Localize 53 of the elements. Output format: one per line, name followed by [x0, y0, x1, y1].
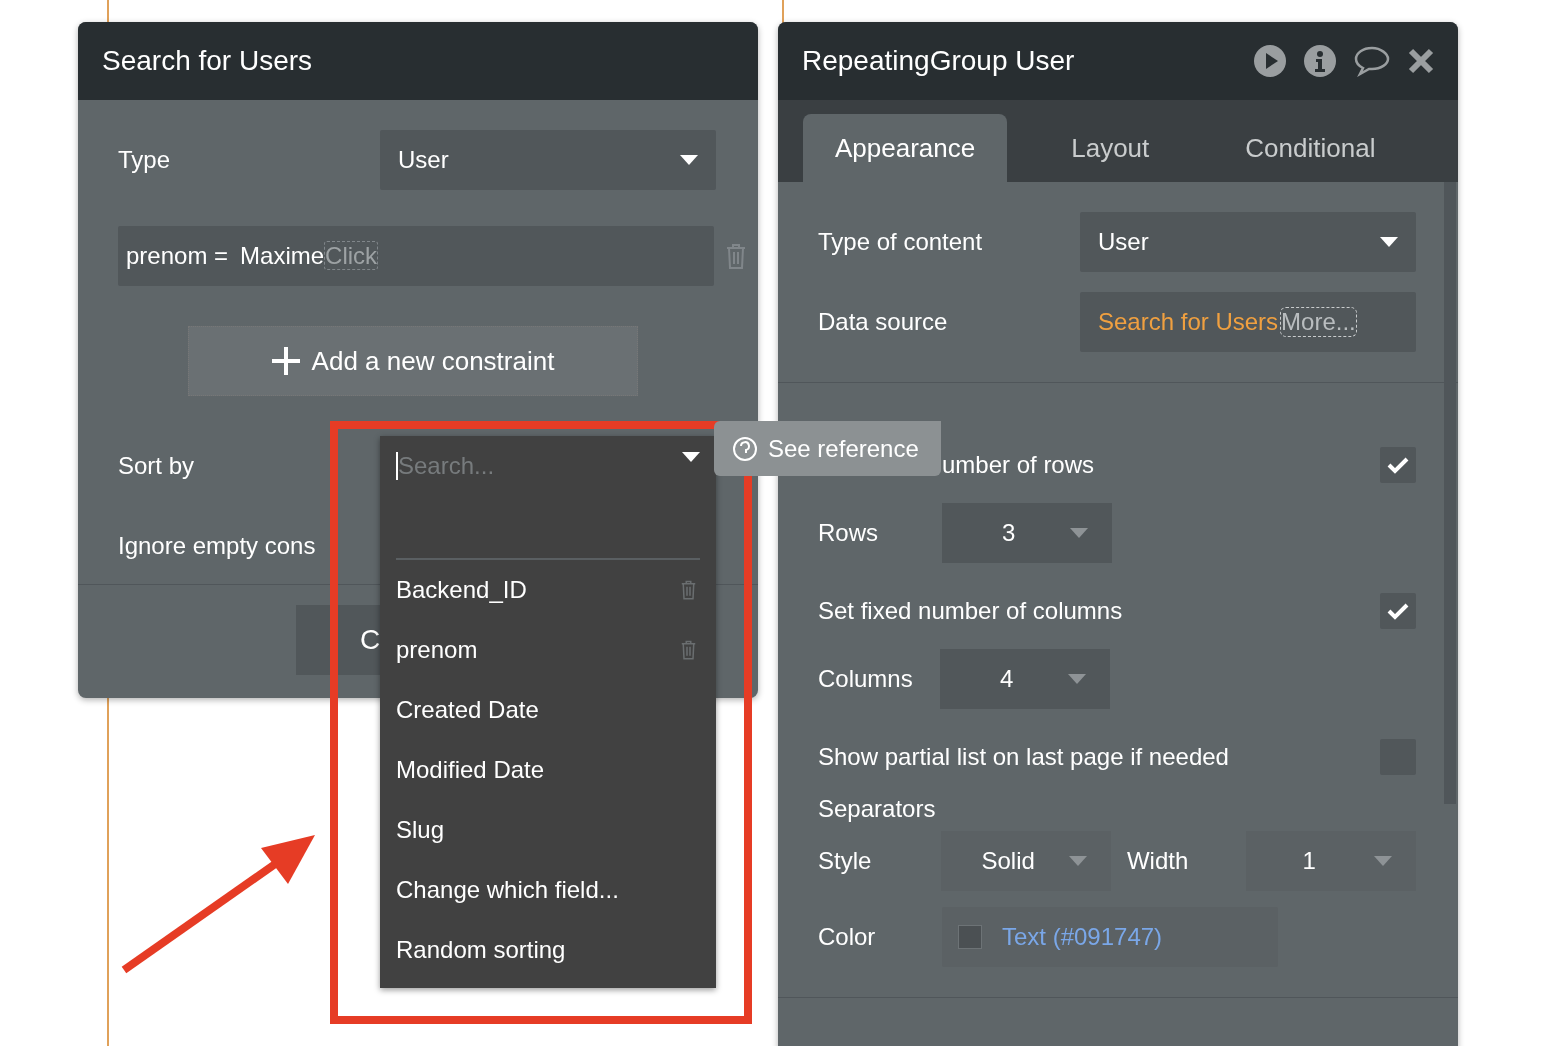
style-dropdown[interactable]: Solid	[941, 831, 1111, 891]
caret-icon	[1374, 856, 1392, 866]
menu-item[interactable]: Modified Date	[380, 740, 716, 800]
caret-icon	[680, 155, 698, 165]
content-type-dropdown[interactable]: User	[1080, 212, 1416, 272]
width-dropdown[interactable]: 1	[1246, 831, 1416, 891]
field-label: Columns	[818, 665, 914, 693]
tab[interactable]: Appearance	[803, 114, 1008, 182]
help-icon	[732, 435, 758, 462]
panel-title: RepeatingGroup User	[802, 45, 1075, 77]
scrollbar[interactable]	[1444, 182, 1456, 804]
type-dropdown[interactable]: User	[380, 130, 716, 190]
caret-icon	[682, 452, 700, 462]
menu-item[interactable]: Change which field...	[380, 860, 716, 920]
checkbox[interactable]	[1380, 593, 1416, 629]
data-source-field[interactable]: Search for Users More...	[1080, 292, 1416, 352]
field-label: umber of rows	[942, 451, 1095, 479]
panel-title: Search for Users	[102, 45, 313, 77]
field-label: Rows	[818, 519, 879, 547]
field-label: Style	[818, 847, 873, 875]
field-label: Show partial list on last page if needed	[818, 743, 1229, 771]
chat-icon[interactable]	[1354, 45, 1390, 77]
add-constraint-button[interactable]: Add a new constraint	[188, 326, 638, 396]
columns-dropdown[interactable]: 4	[940, 649, 1110, 709]
close-icon[interactable]	[1408, 48, 1434, 74]
caret-icon	[1068, 674, 1086, 684]
field-label: Type	[118, 146, 172, 174]
tab[interactable]: Layout	[1039, 114, 1182, 182]
field-label: Type of content	[818, 228, 984, 256]
field-label: Sort by	[118, 452, 195, 480]
rows-dropdown[interactable]: 3	[942, 503, 1112, 563]
field-label: Set fixed number of columns	[818, 597, 1123, 625]
caret-icon	[1068, 856, 1087, 866]
field-label: Data source	[818, 308, 949, 336]
tab[interactable]: Conditional	[1213, 114, 1408, 182]
section-label: Separators	[818, 795, 936, 823]
constraint-field[interactable]: prenom = MaximeClick	[118, 226, 714, 286]
info-icon[interactable]	[1304, 45, 1336, 77]
caret-icon	[1070, 528, 1088, 538]
checkbox[interactable]	[1380, 447, 1416, 483]
caret-icon	[1380, 237, 1398, 247]
checkmark-icon	[1387, 456, 1409, 474]
play-icon[interactable]	[1254, 45, 1286, 77]
search-field[interactable]: Search...	[396, 452, 648, 480]
field-label: Width	[1126, 847, 1190, 875]
plus-icon	[271, 347, 300, 375]
field-label: Ignore empty cons	[118, 532, 316, 559]
menu-item[interactable]: Random sorting	[380, 920, 716, 980]
color-swatch[interactable]	[958, 925, 982, 949]
field-label: Color	[818, 923, 877, 951]
menu-item[interactable]: Created Date	[380, 680, 716, 740]
checkmark-icon	[1387, 602, 1409, 620]
menu-item[interactable]: Slug	[380, 800, 716, 860]
